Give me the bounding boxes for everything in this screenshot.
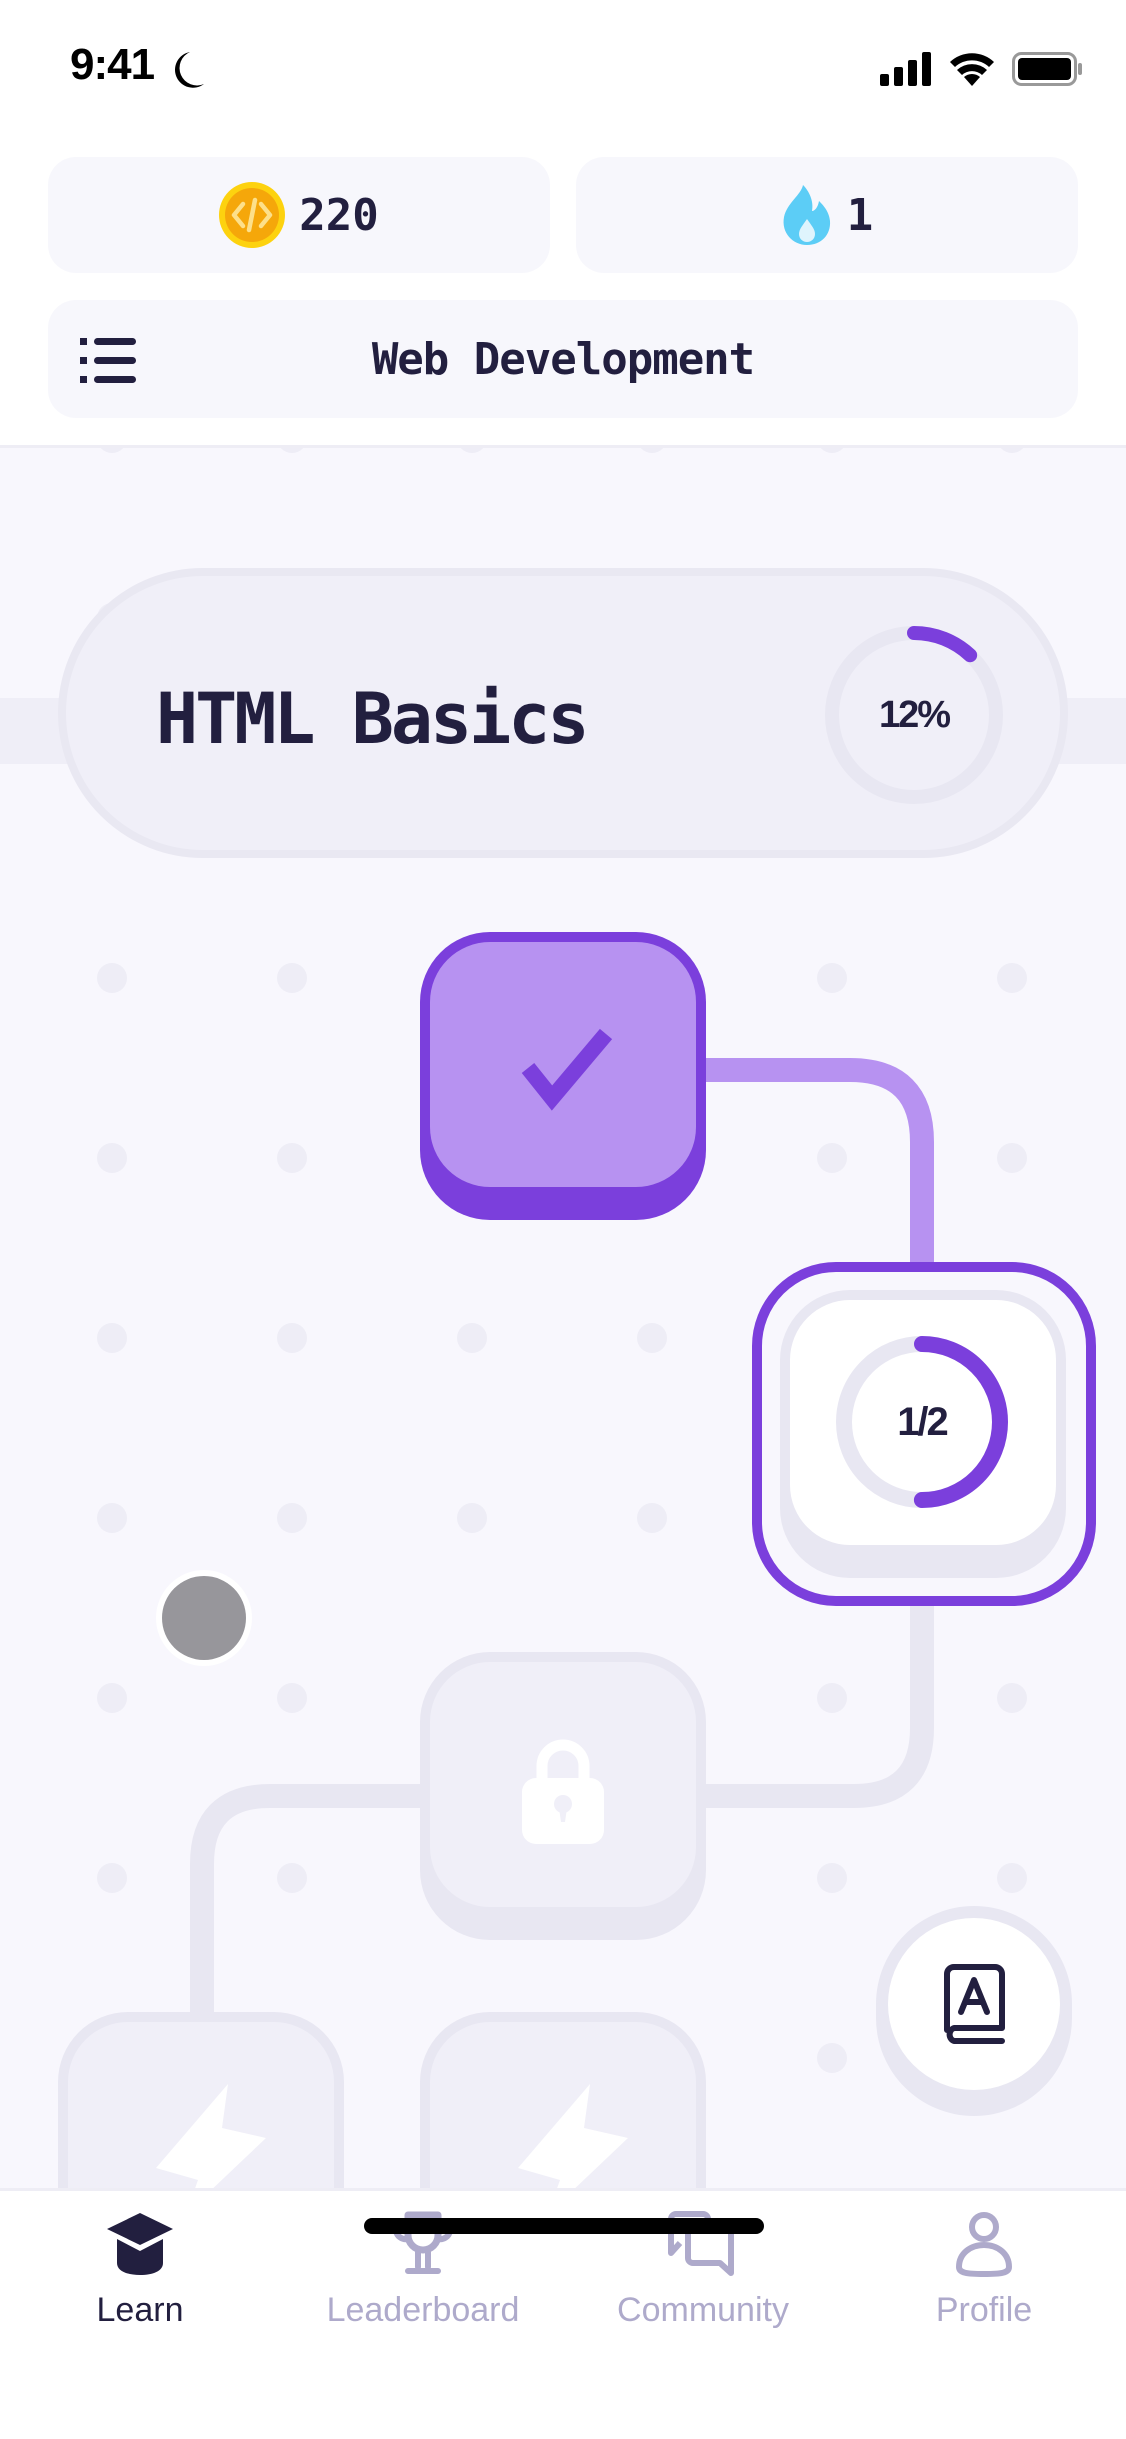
- lesson-node-completed[interactable]: [420, 932, 706, 1220]
- lesson-node-locked[interactable]: [420, 1652, 706, 1940]
- code-coin-icon: [219, 182, 286, 248]
- tab-label: Leaderboard: [326, 2291, 520, 2329]
- coins-counter[interactable]: 220: [48, 157, 550, 273]
- flame-icon: [783, 185, 830, 245]
- lock-icon: [522, 1739, 604, 1844]
- course-title: Web Development: [371, 333, 755, 385]
- graduation-cap-icon: [107, 2213, 173, 2275]
- streak-counter[interactable]: 1: [576, 157, 1078, 273]
- tab-label: Community: [617, 2291, 789, 2329]
- person-icon: [955, 2212, 1013, 2277]
- checkmark-icon: [521, 1028, 613, 1111]
- connector-locked-1: [700, 1596, 934, 1808]
- list-icon[interactable]: [80, 338, 136, 384]
- moon-icon: [175, 52, 204, 88]
- touch-indicator: [156, 1570, 252, 1666]
- tab-learn[interactable]: Learn: [20, 2211, 260, 2361]
- tab-label: Learn: [96, 2291, 184, 2329]
- cellular-signal-icon: [880, 52, 931, 86]
- tab-label: Profile: [935, 2291, 1033, 2329]
- learning-path-map: HTML Basics 12% 1/2: [0, 448, 1126, 2188]
- connector-completed: [700, 1058, 934, 1290]
- battery-icon: [1012, 52, 1082, 86]
- unit-title: HTML Basics: [156, 678, 590, 760]
- home-indicator[interactable]: [364, 2218, 764, 2234]
- streak-value: 1: [846, 189, 874, 241]
- lesson-progress-label: 1/2: [897, 1399, 949, 1444]
- status-time: 9:41: [70, 40, 155, 89]
- lightning-icon: [518, 2084, 628, 2188]
- tab-profile[interactable]: Profile: [864, 2211, 1104, 2361]
- coins-value: 220: [299, 189, 379, 241]
- connector-locked-2: [190, 1784, 420, 2012]
- unit-progress-label: 12%: [878, 693, 951, 736]
- lightning-icon: [156, 2084, 266, 2188]
- lesson-node-practice[interactable]: [58, 2012, 344, 2188]
- book-a-icon: [944, 1964, 1005, 2044]
- status-bar: 9:41: [0, 0, 1126, 140]
- glossary-button[interactable]: [876, 1906, 1072, 2116]
- lesson-node-practice[interactable]: [420, 2012, 706, 2188]
- course-selector[interactable]: Web Development: [48, 300, 1078, 418]
- wifi-icon: [950, 53, 994, 86]
